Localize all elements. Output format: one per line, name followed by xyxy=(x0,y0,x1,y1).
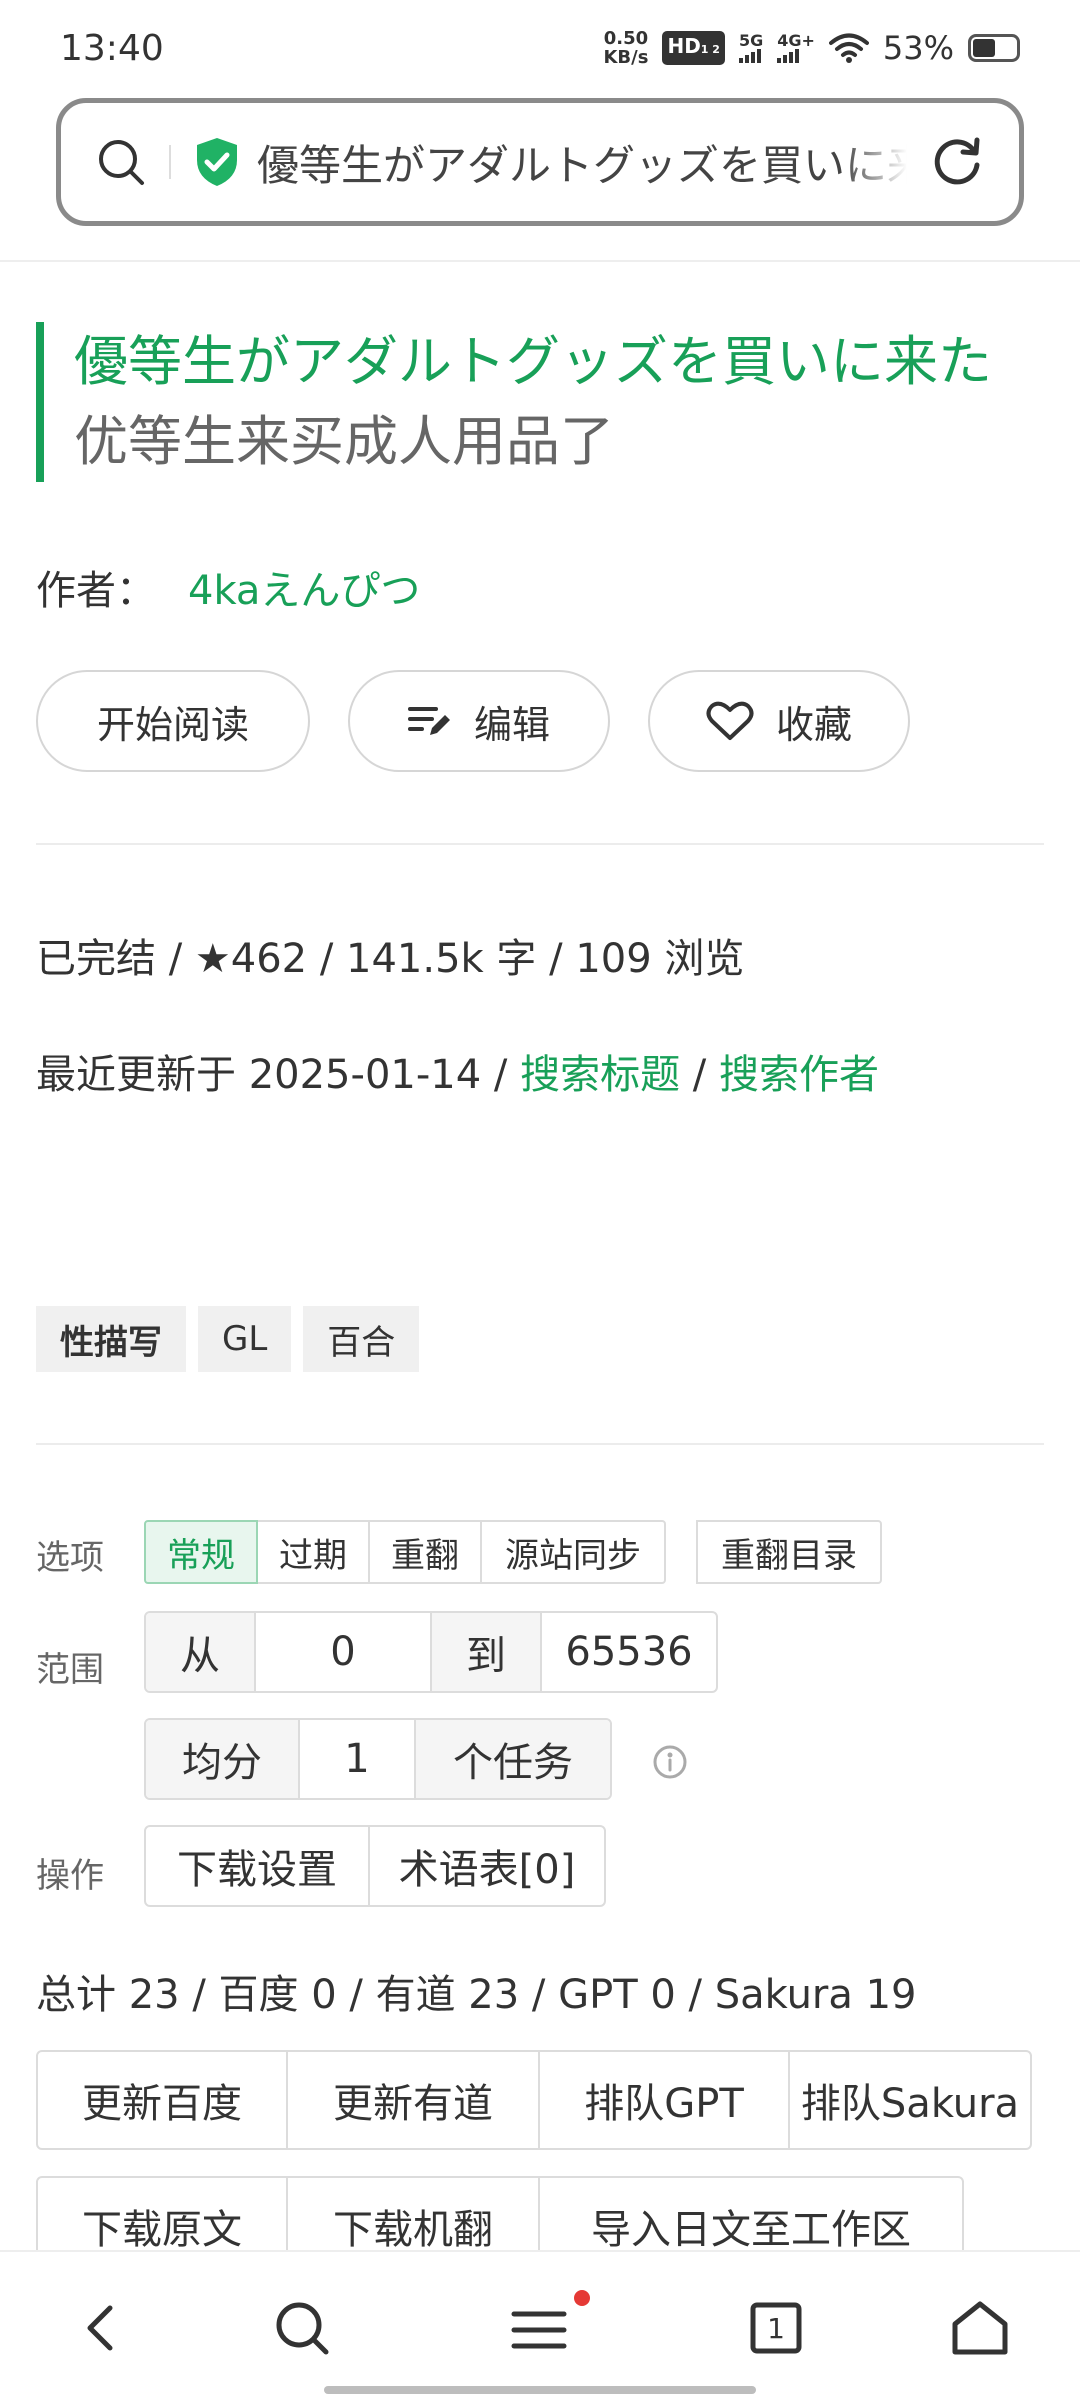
search-icon xyxy=(276,2302,329,2355)
action-buttons: 开始阅读 编辑 收藏 xyxy=(36,670,910,772)
option-retranslate[interactable]: 重翻 xyxy=(368,1520,482,1584)
signal-5g-icon: 5G xyxy=(738,31,764,63)
search-icon[interactable] xyxy=(91,132,151,192)
range-group: 从 0 到 65536 xyxy=(144,1611,718,1693)
shield-check-icon xyxy=(197,138,237,186)
search-button[interactable] xyxy=(262,2288,342,2368)
update-youdao-button[interactable]: 更新有道 xyxy=(288,2052,540,2148)
bottom-navigation: 1 xyxy=(0,2250,1080,2400)
edit-button[interactable]: 编辑 xyxy=(348,670,610,772)
split-group: 均分 1 个任务 xyxy=(144,1718,612,1800)
heart-icon xyxy=(706,701,754,740)
signal-4g-icon: 4G+ xyxy=(777,33,815,63)
address-divider xyxy=(169,145,171,179)
back-button[interactable] xyxy=(60,2288,140,2368)
operation-group: 下载设置 术语表[0] xyxy=(144,1825,606,1907)
home-icon xyxy=(952,2301,1008,2355)
edit-icon xyxy=(407,707,450,735)
split-count-input[interactable]: 1 xyxy=(300,1720,416,1798)
update-baidu-button[interactable]: 更新百度 xyxy=(38,2052,288,2148)
wifi-icon xyxy=(828,33,869,63)
reload-icon[interactable] xyxy=(925,130,989,194)
options-label: 选项 xyxy=(36,1538,104,1578)
notification-dot xyxy=(574,2290,590,2306)
tab-count: 1 xyxy=(767,2311,785,2345)
battery-icon xyxy=(968,34,1020,62)
split-label: 均分 xyxy=(146,1720,300,1798)
chevron-left-icon xyxy=(87,2305,113,2351)
status-time: 13:40 xyxy=(60,27,164,69)
status-bar: 13:40 0.50 KB/s HD1 2 5G 4G+ 53% xyxy=(0,0,1080,96)
range-to-input[interactable]: 65536 xyxy=(542,1613,716,1691)
glossary-button[interactable]: 术语表[0] xyxy=(370,1827,604,1905)
hd-voice-icon: HD1 2 xyxy=(662,31,725,65)
retranslate-toc-button[interactable]: 重翻目录 xyxy=(696,1520,882,1584)
novel-stats: 已完结 / ★462 / 141.5k 字 / 109 浏览 xyxy=(36,936,745,982)
author-label: 作者： xyxy=(36,568,156,614)
battery-percent: 53% xyxy=(882,29,954,67)
search-author-link[interactable]: 搜索作者 xyxy=(719,1052,879,1098)
favorite-label: 收藏 xyxy=(775,702,852,747)
info-icon[interactable] xyxy=(652,1744,688,1780)
menu-button[interactable] xyxy=(500,2288,590,2368)
range-from-input[interactable]: 0 xyxy=(256,1613,432,1691)
range-label: 范围 xyxy=(36,1650,104,1690)
queue-sakura-button[interactable]: 排队Sakura xyxy=(790,2052,1030,2148)
divider-1 xyxy=(36,843,1044,845)
meta-separator: / xyxy=(680,1052,719,1098)
tag-item[interactable]: GL xyxy=(198,1306,292,1372)
search-title-link[interactable]: 搜索标题 xyxy=(520,1052,680,1098)
address-url-text[interactable]: 優等生がアダルトグッズを買いに来た xyxy=(257,132,907,193)
title-japanese: 優等生がアダルトグッズを買いに来た xyxy=(74,330,992,393)
sig2-label: 4G+ xyxy=(777,31,815,50)
net-speed-unit: KB/s xyxy=(603,47,649,68)
tag-item[interactable]: 百合 xyxy=(303,1306,420,1372)
translation-stats: 总计 23 / 百度 0 / 有道 23 / GPT 0 / Sakura 19 xyxy=(36,1972,917,2018)
start-reading-button[interactable]: 开始阅读 xyxy=(36,670,310,772)
hd-sub: 1 2 xyxy=(700,43,720,56)
toc-group: 重翻目录 xyxy=(696,1520,882,1584)
top-divider xyxy=(0,260,1080,262)
options-group: 常规 过期 重翻 源站同步 xyxy=(144,1520,666,1584)
home-button[interactable] xyxy=(940,2288,1020,2368)
start-reading-label: 开始阅读 xyxy=(96,702,249,747)
range-to-label: 到 xyxy=(432,1613,542,1691)
download-settings-button[interactable]: 下载设置 xyxy=(146,1827,370,1905)
author-row: 作者： 4kaえんぴつ xyxy=(36,558,420,616)
range-from-label: 从 xyxy=(146,1613,256,1691)
option-regular[interactable]: 常规 xyxy=(144,1520,258,1584)
updated-date: 最近更新于 2025-01-14 / xyxy=(36,1052,521,1098)
divider-2 xyxy=(36,1443,1044,1445)
home-indicator[interactable] xyxy=(324,2386,756,2394)
title-block: 優等生がアダルトグッズを買いに来た 优等生来买成人用品了 xyxy=(36,322,992,482)
favorite-button[interactable]: 收藏 xyxy=(648,670,910,772)
sig1-label: 5G xyxy=(738,31,764,50)
net-speed-value: 0.50 xyxy=(603,28,649,49)
author-link[interactable]: 4kaえんぴつ xyxy=(188,558,420,616)
job-row-1: 更新百度 更新有道 排队GPT 排队Sakura xyxy=(36,2050,1032,2150)
tabs-button[interactable]: 1 xyxy=(736,2288,816,2368)
title-chinese: 优等生来买成人用品了 xyxy=(74,410,614,473)
operation-label: 操作 xyxy=(36,1856,104,1896)
address-bar[interactable]: 優等生がアダルトグッズを買いに来た xyxy=(56,98,1024,226)
tag-item[interactable]: 性描写 xyxy=(36,1306,186,1372)
update-line: 最近更新于 2025-01-14 / 搜索标题 / 搜索作者 xyxy=(36,1042,879,1100)
tag-list: 性描写 GL 百合 xyxy=(36,1306,420,1372)
edit-label: 编辑 xyxy=(473,702,550,747)
task-label: 个任务 xyxy=(416,1720,610,1798)
option-source-sync[interactable]: 源站同步 xyxy=(480,1520,666,1584)
net-speed: 0.50 KB/s xyxy=(603,29,648,67)
queue-gpt-button[interactable]: 排队GPT xyxy=(540,2052,790,2148)
status-icons: 0.50 KB/s HD1 2 5G 4G+ 53% xyxy=(603,29,1020,67)
option-expired[interactable]: 过期 xyxy=(256,1520,370,1584)
menu-icon xyxy=(511,2311,567,2349)
